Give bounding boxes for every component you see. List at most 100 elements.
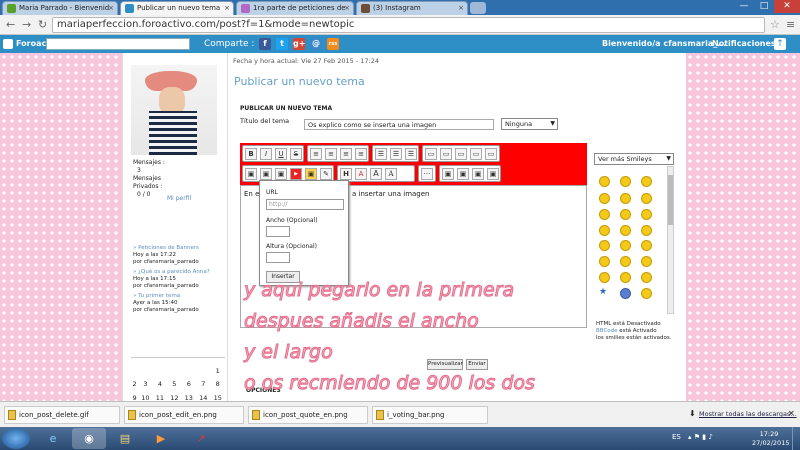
rss-icon[interactable]: rss [327, 38, 339, 50]
back-icon[interactable]: ← [6, 19, 15, 31]
download-item[interactable]: icon_post_edit_en.png [124, 406, 244, 424]
bullet-list-button[interactable]: ☰ [375, 148, 387, 160]
star-icon[interactable]: ★ [599, 287, 607, 297]
smiley-icon[interactable] [620, 225, 631, 236]
hide-button[interactable]: ▭ [485, 148, 497, 160]
smiley-icon[interactable] [599, 209, 610, 220]
align-right-button[interactable]: ≡ [340, 148, 352, 160]
tab-maria-parrado[interactable]: Maria Parrado - Bienvenid × [2, 1, 118, 15]
title-input[interactable]: Os explico como se inserta una imagen [304, 119, 494, 130]
smiley-icon[interactable] [641, 256, 652, 267]
bold-button[interactable]: B [245, 148, 257, 160]
search-replace-button[interactable]: ▣ [457, 168, 469, 180]
flash-button[interactable]: ▣ [305, 168, 317, 180]
menu-icon[interactable]: ≡ [786, 19, 795, 31]
smiley-icon[interactable] [641, 240, 652, 251]
explorer-icon[interactable]: ▤ [108, 428, 142, 449]
preview-button[interactable]: Previsualizar [427, 359, 463, 370]
smiley-icon[interactable] [641, 225, 652, 236]
my-profile-link[interactable]: Mi perfil [167, 195, 191, 202]
align-left-button[interactable]: ≡ [310, 148, 322, 160]
clock-date[interactable]: 27/02/2015 [752, 439, 789, 447]
bbcode-link[interactable]: BBCode [596, 328, 618, 334]
smiley-icon[interactable] [620, 288, 631, 299]
show-desktop-button[interactable] [792, 427, 800, 450]
smiley-icon[interactable] [620, 193, 631, 204]
draw-button[interactable]: ✎ [320, 168, 332, 180]
smiley-icon[interactable] [641, 193, 652, 204]
start-button[interactable] [2, 428, 30, 449]
strike-button[interactable]: S [290, 148, 302, 160]
media-player-icon[interactable]: ▶ [144, 428, 178, 449]
image-url-input[interactable]: http:// [266, 199, 344, 210]
smiley-icon[interactable] [641, 176, 652, 187]
smiley-icon[interactable] [620, 272, 631, 283]
smiley-icon[interactable] [620, 209, 631, 220]
font-size-button[interactable]: A [370, 168, 382, 180]
download-item[interactable]: icon_post_delete.gif [4, 406, 120, 424]
image-height-input[interactable] [266, 252, 290, 263]
heading-button[interactable]: H [340, 168, 352, 180]
tray-icons[interactable]: ▴ ⚑ ▮ ♪ [688, 433, 713, 441]
table-button[interactable]: ▭ [455, 148, 467, 160]
source-button[interactable]: ▣ [487, 168, 499, 180]
email-icon[interactable]: @ [310, 38, 322, 50]
bookmark-star-icon[interactable]: ☆ [770, 19, 780, 31]
smiley-icon[interactable] [599, 225, 610, 236]
chrome-icon[interactable]: ◉ [72, 428, 106, 449]
googleplus-icon[interactable]: g+ [293, 38, 305, 50]
image-button[interactable]: ▣ [245, 168, 257, 180]
hr-button[interactable]: ☰ [405, 148, 417, 160]
tab-instagram[interactable]: (3) Instagram × [356, 1, 468, 15]
twitter-icon[interactable]: t [276, 38, 288, 50]
url-field[interactable]: mariaperfeccion.foroactivo.com/post?f=1&… [52, 17, 765, 33]
image-width-input[interactable] [266, 226, 290, 237]
tab-publicar[interactable]: Publicar un nuevo tema × [120, 1, 234, 15]
smiley-icon[interactable] [599, 272, 610, 283]
smiley-icon[interactable] [641, 272, 652, 283]
link-button[interactable]: ▣ [275, 168, 287, 180]
close-icon[interactable]: × [458, 4, 464, 12]
smilies-scrollbar[interactable] [667, 166, 674, 314]
smiley-icon[interactable] [620, 240, 631, 251]
download-item[interactable]: i_voting_bar.png [372, 406, 488, 424]
welcome-link[interactable]: Bienvenido/a cfansmaria_... [602, 39, 726, 48]
close-icon[interactable]: × [108, 4, 114, 12]
forum-search-input[interactable] [46, 38, 190, 50]
scroll-up-icon[interactable]: ↑ [774, 38, 786, 50]
close-icon[interactable]: × [224, 4, 230, 12]
align-center-button[interactable]: ≡ [325, 148, 337, 160]
number-list-button[interactable]: ☰ [390, 148, 402, 160]
code-button[interactable]: ▭ [440, 148, 452, 160]
send-button[interactable]: Enviar [466, 359, 488, 370]
underline-button[interactable]: U [275, 148, 287, 160]
font-color-button[interactable]: A [355, 168, 367, 180]
clock-time[interactable]: 17:29 [752, 430, 786, 438]
spoiler-button[interactable]: ▭ [470, 148, 482, 160]
align-justify-button[interactable]: ≡ [355, 148, 367, 160]
smilies-select[interactable]: Ver más Smileys ▼ [594, 153, 674, 165]
italic-button[interactable]: I [260, 148, 272, 160]
smiley-icon[interactable] [599, 256, 610, 267]
date-button[interactable]: ▣ [442, 168, 454, 180]
smiley-icon[interactable] [620, 176, 631, 187]
notifications-link[interactable]: Notificaciones [712, 39, 776, 48]
smiley-icon[interactable] [641, 288, 652, 299]
smiley-icon[interactable] [599, 176, 610, 187]
new-tab-button[interactable] [470, 2, 486, 14]
font-family-button[interactable]: A [385, 168, 397, 180]
undo-button[interactable]: ▣ [472, 168, 484, 180]
smiley-icon[interactable] [599, 240, 610, 251]
show-all-downloads-link[interactable]: Mostrar todas las descargas... [699, 410, 797, 418]
close-icon[interactable]: × [344, 4, 350, 12]
smiley-icon[interactable] [641, 209, 652, 220]
maximize-button[interactable]: □ [754, 0, 774, 13]
forward-icon[interactable]: → [22, 19, 31, 31]
download-item[interactable]: icon_post_quote_en.png [248, 406, 368, 424]
facebook-icon[interactable]: f [259, 38, 271, 50]
scrollbar-thumb[interactable] [668, 175, 673, 225]
youtube-icon[interactable]: ▶ [290, 168, 302, 180]
reload-icon[interactable]: ↻ [38, 19, 47, 31]
smiley-icon[interactable] [599, 193, 610, 204]
language-indicator[interactable]: ES [672, 433, 681, 441]
